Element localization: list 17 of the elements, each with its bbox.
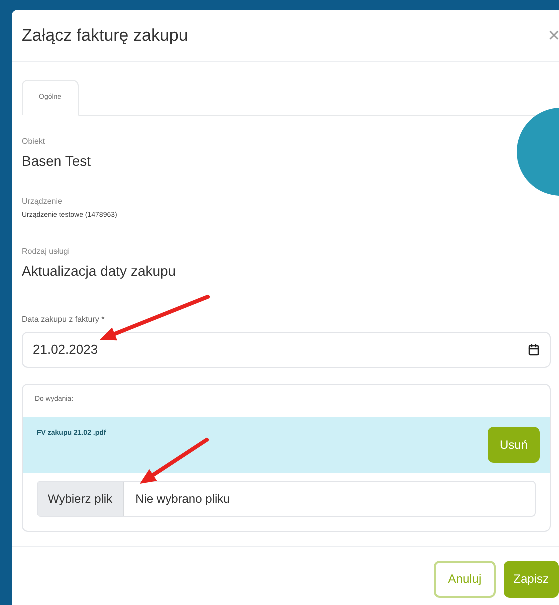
calendar-icon[interactable] bbox=[528, 344, 540, 356]
close-button[interactable]: × bbox=[548, 26, 559, 46]
field-value: Basen Test bbox=[22, 152, 92, 171]
cancel-button[interactable]: Anuluj bbox=[434, 560, 496, 598]
file-status: Nie wybrano pliku bbox=[134, 490, 230, 508]
save-button[interactable]: Zapisz bbox=[504, 560, 559, 598]
choose-file-button[interactable]: Wybierz plik bbox=[38, 482, 124, 516]
annotation-arrow bbox=[140, 438, 209, 484]
field-label: Urządzenie bbox=[22, 196, 64, 208]
field-label: Obiekt bbox=[22, 136, 46, 148]
remove-button[interactable]: Usuń bbox=[488, 426, 540, 462]
dialog-title: Załącz fakturę zakupu bbox=[22, 24, 188, 47]
field-label: Data zakupu z faktury * bbox=[22, 314, 106, 326]
field-value: Aktualizacja daty zakupu bbox=[22, 262, 178, 281]
date-field[interactable]: 21.02.2023 bbox=[22, 332, 551, 368]
file-input[interactable]: Wybierz plik Nie wybrano pliku bbox=[37, 480, 536, 516]
field-label: Rodzaj usługi bbox=[22, 246, 72, 258]
